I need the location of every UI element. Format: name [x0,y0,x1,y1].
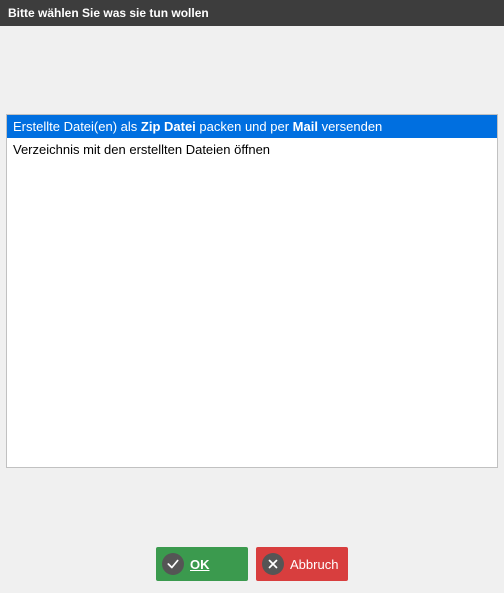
list-item-text: Zip Datei [141,119,196,134]
cancel-button[interactable]: Abbruch [256,547,348,581]
list-item-text: versenden [318,119,382,134]
cancel-button-label: Abbruch [284,557,338,572]
list-item-text: Verzeichnis mit den erstellten Dateien ö… [13,142,270,157]
client-area: Erstellte Datei(en) als Zip Datei packen… [0,26,504,593]
upper-spacer [6,32,498,114]
check-icon [162,553,184,575]
options-listbox[interactable]: Erstellte Datei(en) als Zip Datei packen… [6,114,498,468]
button-row: OK Abbruch [6,537,498,587]
window-titlebar: Bitte wählen Sie was sie tun wollen [0,0,504,26]
list-item[interactable]: Verzeichnis mit den erstellten Dateien ö… [7,138,497,161]
close-icon [262,553,284,575]
window-title: Bitte wählen Sie was sie tun wollen [8,6,209,20]
ok-button-label: OK [184,557,234,572]
list-item-text: Erstellte Datei(en) als [13,119,141,134]
list-item-text: packen und per [196,119,293,134]
list-item-text: Mail [293,119,318,134]
list-item[interactable]: Erstellte Datei(en) als Zip Datei packen… [7,115,497,138]
ok-button[interactable]: OK [156,547,248,581]
